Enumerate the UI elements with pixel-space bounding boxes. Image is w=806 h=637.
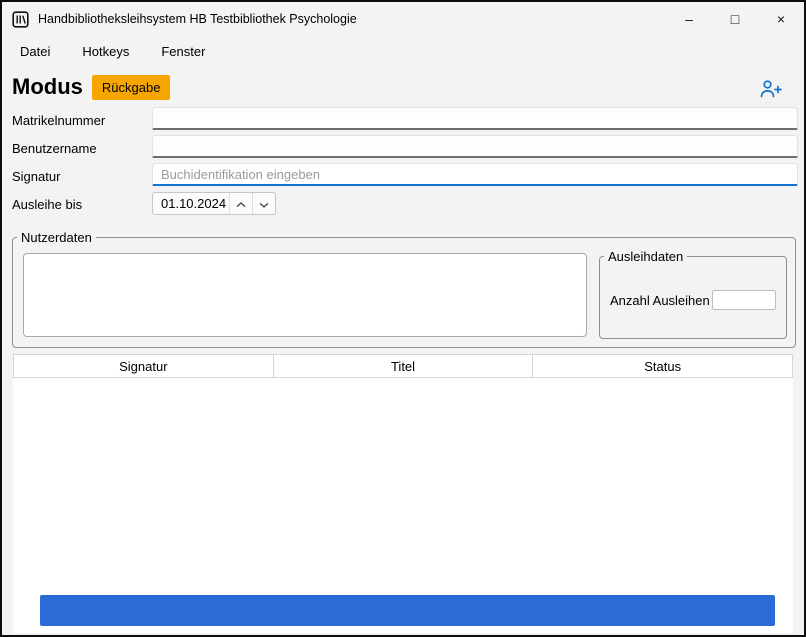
titlebar: Handbibliotheksleihsystem HB Testbibliot… xyxy=(2,2,804,36)
date-value: 01.10.2024 xyxy=(153,193,229,214)
maximize-button[interactable]: □ xyxy=(712,2,758,36)
nutzerdaten-legend: Nutzerdaten xyxy=(17,230,96,245)
benutzername-input[interactable] xyxy=(152,135,798,158)
menubar: Datei Hotkeys Fenster xyxy=(2,36,804,66)
ausleihe-bis-date-spinner[interactable]: 01.10.2024 xyxy=(152,192,276,215)
ausleihdaten-legend: Ausleihdaten xyxy=(604,249,687,264)
ausleihdaten-groupbox: Ausleihdaten Anzahl Ausleihen xyxy=(599,249,787,339)
anzahl-ausleihen-row: Anzahl Ausleihen xyxy=(610,290,776,310)
rueckgabe-mode-button[interactable]: Rückgabe xyxy=(92,75,171,100)
menu-item-datei[interactable]: Datei xyxy=(20,44,50,59)
add-user-button[interactable] xyxy=(758,79,784,101)
table-header-status[interactable]: Status xyxy=(533,355,792,377)
nutzerdaten-textbox[interactable] xyxy=(23,253,587,337)
library-book-icon xyxy=(12,11,29,28)
window-title: Handbibliotheksleihsystem HB Testbibliot… xyxy=(38,12,357,26)
nutzerdaten-groupbox: Nutzerdaten Ausleihdaten Anzahl Ausleihe… xyxy=(12,230,796,348)
benutzername-label: Benutzername xyxy=(12,141,97,156)
chevron-down-icon xyxy=(259,196,269,211)
window-controls: – □ × xyxy=(666,2,804,36)
date-decrement-button[interactable] xyxy=(252,193,275,214)
matrikelnummer-input[interactable] xyxy=(152,107,798,130)
table-header-titel[interactable]: Titel xyxy=(274,355,534,377)
menu-item-fenster[interactable]: Fenster xyxy=(161,44,205,59)
table-header: Signatur Titel Status xyxy=(13,354,793,378)
mode-row: Modus Rückgabe xyxy=(12,74,170,100)
anzahl-ausleihen-input[interactable] xyxy=(712,290,776,310)
menu-item-hotkeys[interactable]: Hotkeys xyxy=(82,44,129,59)
date-increment-button[interactable] xyxy=(229,193,252,214)
ausleihe-bis-label: Ausleihe bis xyxy=(12,197,82,212)
chevron-up-icon xyxy=(236,196,246,211)
table-header-signatur[interactable]: Signatur xyxy=(14,355,274,377)
signatur-label: Signatur xyxy=(12,169,60,184)
person-plus-icon xyxy=(759,87,783,102)
anzahl-ausleihen-label: Anzahl Ausleihen xyxy=(610,293,710,308)
mode-heading: Modus xyxy=(12,74,83,100)
app-window: Handbibliotheksleihsystem HB Testbibliot… xyxy=(0,0,806,637)
footer-selection-bar[interactable] xyxy=(40,595,775,626)
matrikelnummer-label: Matrikelnummer xyxy=(12,113,105,128)
minimize-button[interactable]: – xyxy=(666,2,712,36)
close-button[interactable]: × xyxy=(758,2,804,36)
signatur-input[interactable] xyxy=(152,163,798,186)
